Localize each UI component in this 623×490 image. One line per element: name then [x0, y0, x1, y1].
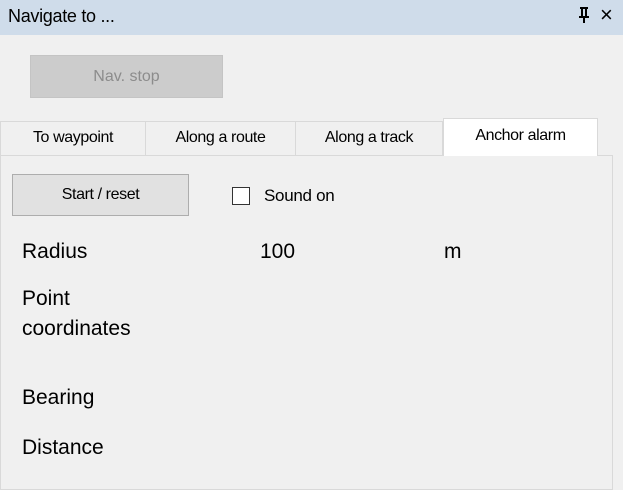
anchor-alarm-panel: Start / reset Sound on Radius 100 m Poin… — [0, 155, 613, 490]
pin-icon[interactable] — [578, 6, 590, 29]
distance-label: Distance — [22, 436, 104, 459]
tab-to-waypoint[interactable]: To waypoint — [0, 121, 146, 155]
nav-stop-button[interactable]: Nav. stop — [30, 55, 223, 98]
window-titlebar[interactable]: Navigate to ... × — [0, 0, 623, 35]
radius-unit: m — [444, 240, 462, 263]
start-reset-button[interactable]: Start / reset — [12, 174, 189, 216]
tab-strip: To waypoint Along a route Along a track … — [0, 118, 623, 156]
radius-value: 100 — [260, 240, 296, 263]
radius-label: Radius — [22, 240, 88, 263]
point-coordinates-label-line1: Point — [22, 287, 70, 310]
window-title: Navigate to ... — [8, 6, 115, 26]
point-coordinates-label-line2: coordinates — [22, 317, 131, 340]
sound-on-label[interactable]: Sound on — [264, 186, 335, 206]
bearing-label: Bearing — [22, 386, 95, 409]
tab-along-a-route[interactable]: Along a route — [145, 121, 296, 155]
sound-on-checkbox[interactable] — [232, 187, 250, 205]
tab-anchor-alarm[interactable]: Anchor alarm — [443, 118, 598, 156]
close-icon[interactable]: × — [600, 4, 613, 26]
tab-along-a-track[interactable]: Along a track — [295, 121, 443, 155]
